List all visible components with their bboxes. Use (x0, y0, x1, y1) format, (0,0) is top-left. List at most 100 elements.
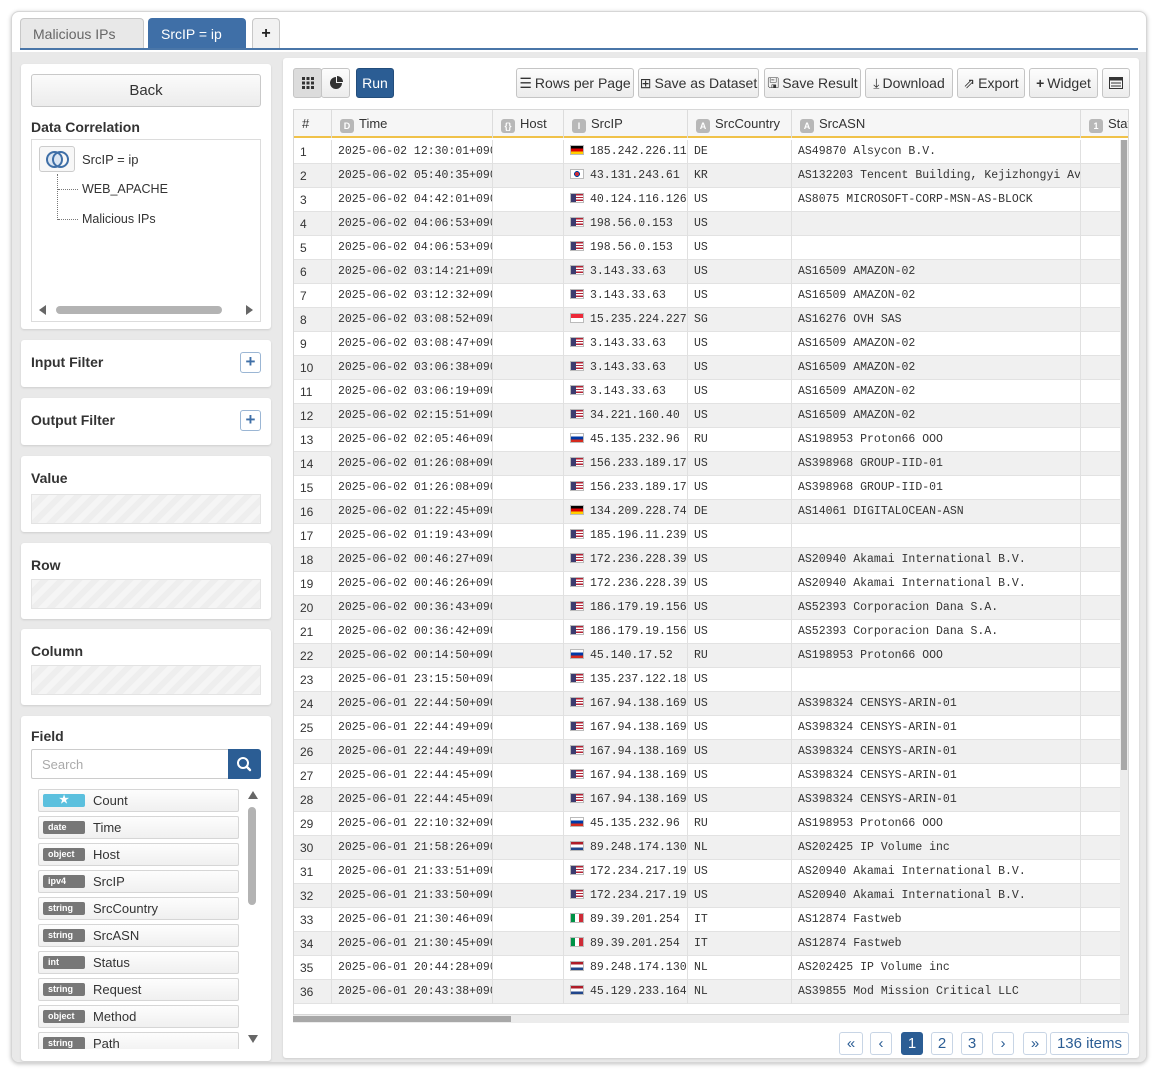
table-row[interactable]: 5 2025-06-02 04:06:53+0900 198.56.0.153 US (294, 236, 1122, 260)
cell-time[interactable]: 2025-06-02 04:06:53+0900 (332, 212, 493, 236)
cell-index[interactable]: 36 (294, 980, 332, 1004)
table-row[interactable]: 35 2025-06-01 20:44:28+0900 89.248.174.130… (294, 956, 1122, 980)
cell-srccountry[interactable]: NL (688, 980, 792, 1004)
cell-time[interactable]: 2025-06-01 21:33:51+0900 (332, 860, 493, 884)
table-row[interactable]: 6 2025-06-02 03:14:21+0900 3.143.33.63 US AS… (294, 260, 1122, 284)
table-row[interactable]: 33 2025-06-01 21:30:46+0900 89.39.201.254 I… (294, 908, 1122, 932)
tab-malicious-ips[interactable]: Malicious IPs (20, 18, 144, 48)
cell-time[interactable]: 2025-06-01 21:33:50+0900 (332, 884, 493, 908)
cell-time[interactable]: 2025-06-02 02:15:51+0900 (332, 404, 493, 428)
table-row[interactable]: 32 2025-06-01 21:33:50+0900 172.234.217.19… (294, 884, 1122, 908)
cell-time[interactable]: 2025-06-01 22:44:45+0900 (332, 764, 493, 788)
cell-host[interactable] (493, 188, 564, 212)
cell-srcasn[interactable]: AS16509 AMAZON-02 (792, 380, 1081, 404)
cell-srccountry[interactable]: RU (688, 428, 792, 452)
table-row[interactable]: 2 2025-06-02 05:40:35+0900 43.131.243.61 KR… (294, 164, 1122, 188)
row-drop-zone[interactable] (31, 579, 261, 609)
cell-time[interactable]: 2025-06-01 21:58:26+0900 (332, 836, 493, 860)
cell-srcip[interactable]: 172.236.228.39 (564, 572, 688, 596)
cell-srcasn[interactable]: AS398324 CENSYS-ARIN-01 (792, 716, 1081, 740)
cell-srcip[interactable]: 185.196.11.239 (564, 524, 688, 548)
cell-index[interactable]: 21 (294, 620, 332, 644)
cell-srcip[interactable]: 135.237.122.184 (564, 668, 688, 692)
field-item-request[interactable]: string Request (38, 978, 239, 1001)
cell-index[interactable]: 14 (294, 452, 332, 476)
cell-srccountry[interactable]: US (688, 452, 792, 476)
cell-srcasn[interactable]: AS8075 MICROSOFT-CORP-MSN-AS-BLOCK (792, 188, 1081, 212)
cell-srcip[interactable]: 156.233.189.174 (564, 452, 688, 476)
cell-time[interactable]: 2025-06-02 00:46:26+0900 (332, 572, 493, 596)
cell-host[interactable] (493, 524, 564, 548)
cell-index[interactable]: 28 (294, 788, 332, 812)
cell-index[interactable]: 15 (294, 476, 332, 500)
cell-index[interactable]: 13 (294, 428, 332, 452)
cell-time[interactable]: 2025-06-01 22:44:49+0900 (332, 740, 493, 764)
cell-srccountry[interactable]: US (688, 716, 792, 740)
field-item-status[interactable]: int Status (38, 951, 239, 974)
cell-host[interactable] (493, 260, 564, 284)
prev-page-button[interactable]: ‹ (870, 1032, 892, 1055)
export-button[interactable]: ⇗ Export (957, 68, 1025, 98)
cell-srcasn[interactable]: AS398324 CENSYS-ARIN-01 (792, 692, 1081, 716)
cell-srccountry[interactable]: RU (688, 812, 792, 836)
cell-time[interactable]: 2025-06-02 00:36:43+0900 (332, 596, 493, 620)
cell-index[interactable]: 19 (294, 572, 332, 596)
first-page-button[interactable]: « (839, 1032, 863, 1055)
cell-srcip[interactable]: 15.235.224.227 (564, 308, 688, 332)
cell-index[interactable]: 2 (294, 164, 332, 188)
cell-host[interactable] (493, 836, 564, 860)
cell-time[interactable]: 2025-06-02 00:46:27+0900 (332, 548, 493, 572)
cell-srccountry[interactable]: US (688, 668, 792, 692)
correlation-child-malicious-ips[interactable]: Malicious IPs (82, 212, 156, 226)
widget-button[interactable]: + Widget (1029, 68, 1098, 98)
scroll-down-icon[interactable] (248, 1035, 258, 1043)
rows-per-page-button[interactable]: ☰ Rows per Page (516, 68, 634, 98)
cell-srcip[interactable]: 198.56.0.153 (564, 212, 688, 236)
cell-srcasn[interactable]: AS16276 OVH SAS (792, 308, 1081, 332)
cell-index[interactable]: 34 (294, 932, 332, 956)
cell-index[interactable]: 6 (294, 260, 332, 284)
cell-host[interactable] (493, 740, 564, 764)
table-row[interactable]: 8 2025-06-02 03:08:52+0900 15.235.224.227 S… (294, 308, 1122, 332)
cell-host[interactable] (493, 620, 564, 644)
table-row[interactable]: 19 2025-06-02 00:46:26+0900 172.236.228.39… (294, 572, 1122, 596)
cell-srcasn[interactable]: AS12874 Fastweb (792, 908, 1081, 932)
field-item-method[interactable]: object Method (38, 1005, 239, 1028)
cell-srcasn[interactable]: AS16509 AMAZON-02 (792, 284, 1081, 308)
cell-index[interactable]: 27 (294, 764, 332, 788)
cell-srccountry[interactable]: US (688, 788, 792, 812)
table-row[interactable]: 26 2025-06-01 22:44:49+0900 167.94.138.169… (294, 740, 1122, 764)
cell-index[interactable]: 16 (294, 500, 332, 524)
cell-host[interactable] (493, 548, 564, 572)
cell-srcasn[interactable]: AS16509 AMAZON-02 (792, 332, 1081, 356)
cell-time[interactable]: 2025-06-02 01:26:08+0900 (332, 476, 493, 500)
cell-srcip[interactable]: 167.94.138.169 (564, 788, 688, 812)
cell-srcip[interactable]: 89.248.174.130 (564, 836, 688, 860)
grid-vertical-scrollbar[interactable] (1120, 140, 1128, 1014)
cell-host[interactable] (493, 932, 564, 956)
table-row[interactable]: 22 2025-06-02 00:14:50+0900 45.140.17.52 RU… (294, 644, 1122, 668)
cell-srcip[interactable]: 40.124.116.126 (564, 188, 688, 212)
cell-index[interactable]: 31 (294, 860, 332, 884)
table-row[interactable]: 30 2025-06-01 21:58:26+0900 89.248.174.130… (294, 836, 1122, 860)
table-row[interactable]: 31 2025-06-01 21:33:51+0900 172.234.217.19… (294, 860, 1122, 884)
scroll-left-icon[interactable] (39, 305, 46, 315)
table-row[interactable]: 9 2025-06-02 03:08:47+0900 3.143.33.63 US AS… (294, 332, 1122, 356)
field-item-srcip[interactable]: ipv4 SrcIP (38, 870, 239, 893)
cell-index[interactable]: 1 (294, 140, 332, 164)
correlation-root[interactable]: SrcIP = ip (82, 152, 138, 167)
table-row[interactable]: 7 2025-06-02 03:12:32+0900 3.143.33.63 US AS… (294, 284, 1122, 308)
cell-srcasn[interactable]: AS202425 IP Volume inc (792, 956, 1081, 980)
table-row[interactable]: 14 2025-06-02 01:26:08+0900 156.233.189.17… (294, 452, 1122, 476)
cell-time[interactable]: 2025-06-02 03:06:38+0900 (332, 356, 493, 380)
cell-srccountry[interactable]: IT (688, 932, 792, 956)
table-row[interactable]: 18 2025-06-02 00:46:27+0900 172.236.228.39… (294, 548, 1122, 572)
next-page-button[interactable]: › (992, 1032, 1014, 1055)
cell-time[interactable]: 2025-06-02 00:36:42+0900 (332, 620, 493, 644)
cell-index[interactable]: 33 (294, 908, 332, 932)
cell-srccountry[interactable]: NL (688, 956, 792, 980)
cell-time[interactable]: 2025-06-02 04:06:53+0900 (332, 236, 493, 260)
run-button[interactable]: Run (356, 68, 394, 98)
cell-time[interactable]: 2025-06-01 22:10:32+0900 (332, 812, 493, 836)
cell-srcasn[interactable]: AS16509 AMAZON-02 (792, 356, 1081, 380)
